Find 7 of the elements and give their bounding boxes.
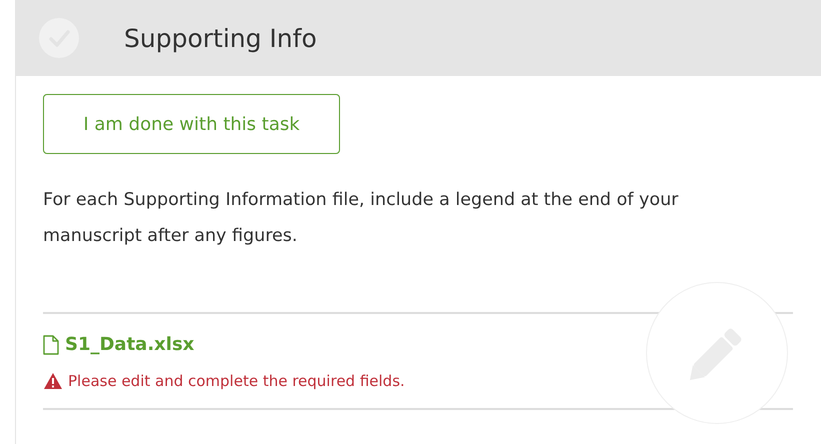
warning-icon xyxy=(43,372,63,390)
task-title: Supporting Info xyxy=(124,24,317,52)
done-button[interactable]: I am done with this task xyxy=(43,94,340,154)
file-link[interactable]: S1_Data.xlsx xyxy=(43,334,194,355)
document-icon xyxy=(43,334,59,354)
instructions-text: For each Supporting Information file, include a legend at the end of your manuscript after any figures. xyxy=(43,189,680,248)
error-message: Please edit and complete the required fields. xyxy=(68,372,405,390)
